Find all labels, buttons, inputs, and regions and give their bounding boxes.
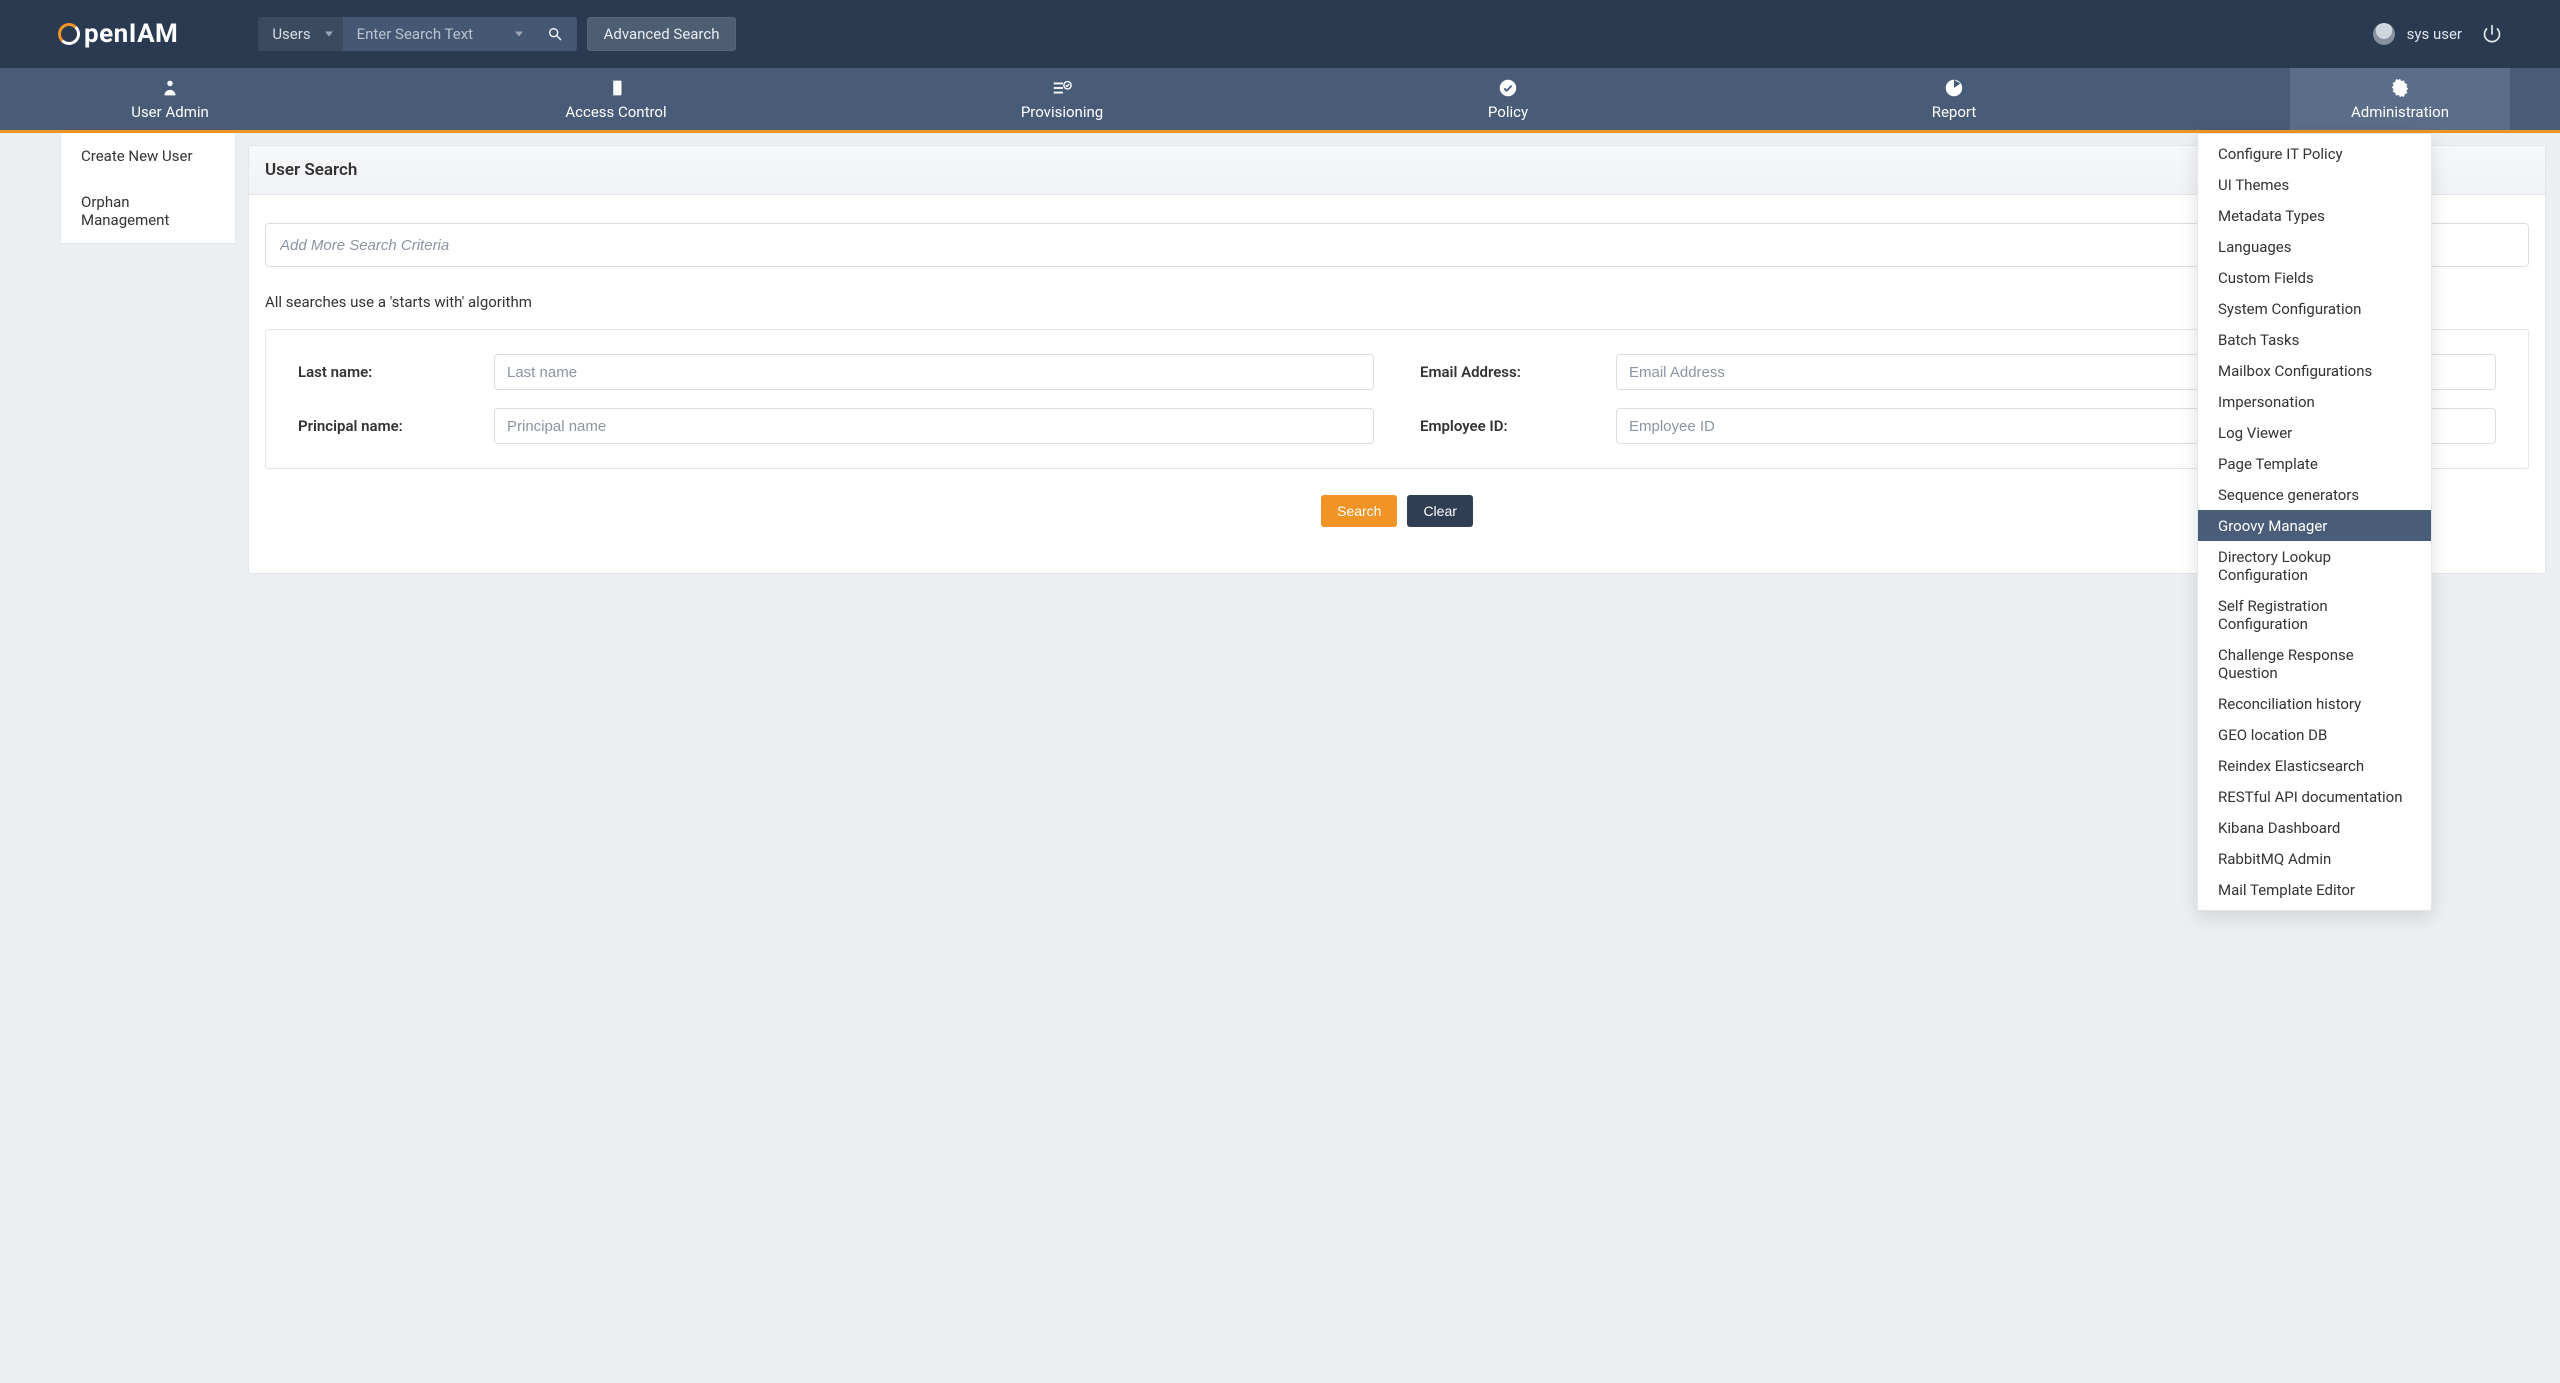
dropdown-item[interactable]: Batch Tasks [2198,324,2431,355]
caret-down-icon [325,32,333,37]
dropdown-item[interactable]: UI Themes [2198,169,2431,200]
advanced-search-button[interactable]: Advanced Search [587,17,737,51]
nav-label: Policy [1488,103,1528,121]
dropdown-item[interactable]: Reindex Elasticsearch [2198,750,2431,781]
nav-policy[interactable]: Policy [1398,68,1618,130]
logo-arc-icon [58,23,80,45]
criteria-input[interactable] [265,223,2529,267]
dropdown-item[interactable]: Impersonation [2198,386,2431,417]
dropdown-item[interactable]: Groovy Manager [2198,510,2431,541]
dropdown-item[interactable]: Self Registration Configuration [2198,590,2431,639]
search-hint: All searches use a 'starts with' algorit… [265,293,2529,311]
dropdown-item[interactable]: Sequence generators [2198,479,2431,510]
nav-report[interactable]: Report [1844,68,2064,130]
nav-label: Access Control [565,103,666,121]
clear-button[interactable]: Clear [1407,495,1472,527]
global-search-input[interactable]: Enter Search Text [343,17,533,51]
user-icon [159,77,181,99]
sidebar-item-create-user[interactable]: Create New User [61,133,235,179]
topbar: penIAM Users Enter Search Text Advanced … [0,0,2560,68]
power-icon[interactable] [2482,24,2502,44]
user-menu[interactable]: sys user [2373,23,2462,45]
logo[interactable]: penIAM [58,19,178,49]
dropdown-item[interactable]: Challenge Response Question [2198,639,2431,688]
check-circle-icon [1497,77,1519,99]
search-button[interactable]: Search [1321,495,1397,527]
dropdown-item[interactable]: Kibana Dashboard [2198,812,2431,843]
search-button[interactable] [533,17,577,51]
nav-user-admin[interactable]: User Admin [60,68,280,130]
sidebar-item-label: Create New User [81,147,193,165]
field-label: Last name: [298,363,494,381]
dropdown-item[interactable]: RESTful API documentation [2198,781,2431,812]
entity-select[interactable]: Users [258,17,342,51]
dropdown-item[interactable]: Metadata Types [2198,200,2431,231]
pie-icon [1943,77,1965,99]
dropdown-item[interactable]: System Configuration [2198,293,2431,324]
entity-select-label: Users [272,25,310,43]
dropdown-item[interactable]: Custom Fields [2198,262,2431,293]
nav-administration[interactable]: Administration [2290,68,2510,130]
book-icon [605,77,627,99]
navbar: User Admin Access Control Provisioning P… [0,68,2560,133]
dropdown-item[interactable]: Page Template [2198,448,2431,479]
field-last-name: Last name: [298,354,1374,390]
nav-label: Provisioning [1021,103,1103,121]
actions: Search Clear [265,469,2529,553]
dropdown-item[interactable]: Log Viewer [2198,417,2431,448]
field-principal: Principal name: [298,408,1374,444]
page: Create New User Orphan Management User S… [0,133,2560,574]
nav-label: Report [1932,103,1977,121]
dropdown-item[interactable]: Languages [2198,231,2431,262]
checklist-icon [1051,77,1073,99]
dropdown-item[interactable]: Mail Template Editor [2198,874,2431,910]
sidebar-item-orphan-management[interactable]: Orphan Management [61,179,235,243]
field-label: Email Address: [1420,363,1616,381]
dropdown-item[interactable]: Mailbox Configurations [2198,355,2431,386]
logo-text: penIAM [84,19,178,49]
dropdown-item[interactable]: Reconciliation history [2198,688,2431,719]
dropdown-item[interactable]: Directory Lookup Configuration [2198,541,2431,590]
nav-label: Administration [2351,103,2449,121]
sidebar: Create New User Orphan Management [0,133,236,574]
search-icon [547,26,563,42]
nav-label: User Admin [131,103,209,121]
search-fields: Last name: Email Address: Principal name… [265,329,2529,469]
dropdown-item[interactable]: RabbitMQ Admin [2198,843,2431,874]
search-cluster: Users Enter Search Text Advanced Search [258,17,736,51]
sidebar-item-label: Orphan Management [81,193,169,229]
principal-input[interactable] [494,408,1374,444]
gear-icon [2389,77,2411,99]
username-label: sys user [2407,25,2462,43]
topbar-right: sys user [2373,23,2502,45]
field-label: Principal name: [298,417,494,435]
caret-down-icon [515,32,523,37]
global-search-placeholder: Enter Search Text [357,25,474,43]
dropdown-item[interactable]: GEO location DB [2198,719,2431,750]
nav-provisioning[interactable]: Provisioning [952,68,1172,130]
administration-dropdown: Configure IT PolicyUI ThemesMetadata Typ… [2197,133,2432,911]
dropdown-item[interactable]: Configure IT Policy [2198,134,2431,169]
advanced-search-label: Advanced Search [604,25,720,43]
nav-access-control[interactable]: Access Control [506,68,726,130]
last-name-input[interactable] [494,354,1374,390]
field-label: Employee ID: [1420,417,1616,435]
avatar-icon [2373,23,2395,45]
